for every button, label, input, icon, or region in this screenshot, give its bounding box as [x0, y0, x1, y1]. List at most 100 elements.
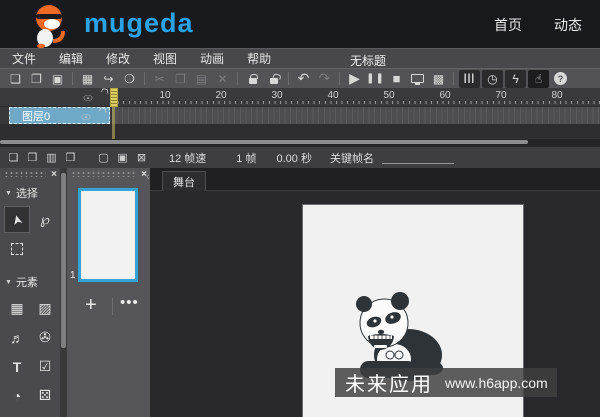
- timeline-ruler[interactable]: ☉ 10 20 30 40 50 60 70 80: [0, 88, 600, 107]
- logo-text[interactable]: mugeda: [84, 8, 194, 39]
- new-page-icon[interactable]: ❏: [4, 151, 23, 164]
- cut-icon[interactable]: ✂: [149, 70, 170, 88]
- stop-icon[interactable]: ■: [386, 70, 407, 88]
- menu-view[interactable]: 视图: [153, 50, 177, 67]
- section-elements-label: 元素: [15, 277, 38, 289]
- redo-icon[interactable]: ↷: [314, 70, 335, 88]
- components-grid-icon[interactable]: ▦: [77, 70, 98, 88]
- current-frame-value: 1 帧: [236, 152, 257, 165]
- components-element-icon[interactable]: ▦: [4, 295, 30, 322]
- duplicate-page-icon[interactable]: ❒: [61, 151, 80, 164]
- remove-keyframe-icon[interactable]: ⊠: [132, 151, 151, 164]
- save-icon[interactable]: ▣: [47, 70, 68, 88]
- playhead[interactable]: [110, 88, 118, 139]
- preview-monitor-icon[interactable]: [407, 70, 428, 88]
- presentation-element-icon[interactable]: ⊟: [32, 411, 58, 417]
- layer-frames-strip[interactable]: [112, 107, 600, 124]
- page-number: 1: [70, 270, 76, 281]
- nav-link-home[interactable]: 首页: [494, 15, 522, 35]
- layer-item[interactable]: 图层0 ☉: [9, 107, 110, 124]
- ruler-number: 40: [327, 90, 339, 101]
- layer-name: 图层0: [22, 110, 51, 123]
- current-time-value: 0.00 秒: [276, 152, 312, 165]
- open-page-icon[interactable]: ❐: [23, 151, 42, 164]
- touch-gesture-icon[interactable]: ☝: [528, 69, 549, 88]
- layer-row: 图层0 ☉: [0, 107, 600, 124]
- add-page-button[interactable]: +: [85, 294, 97, 317]
- lasso-tool[interactable]: ℘: [32, 206, 58, 233]
- help-icon[interactable]: ?: [550, 70, 571, 88]
- charge-battery-icon[interactable]: ϟ: [505, 69, 526, 88]
- timing-clock-icon[interactable]: ◷: [482, 69, 503, 88]
- menu-animation[interactable]: 动画: [200, 50, 224, 67]
- ruler-number: 80: [551, 90, 563, 101]
- unlock-icon[interactable]: [263, 70, 284, 88]
- transform-tool[interactable]: [4, 235, 30, 262]
- chevron-down-icon: ▼: [5, 278, 12, 286]
- insert-keyframe-icon[interactable]: ▣: [113, 151, 132, 164]
- mugeda-editor-window: mugeda 首页 动态 文件 编辑 修改 视图 动画 帮助 无标题 ❏ ❐ ▣…: [0, 0, 600, 417]
- page-thumbnail[interactable]: [78, 188, 138, 282]
- lock-icon[interactable]: [242, 70, 263, 88]
- text-element-icon[interactable]: T: [4, 353, 30, 380]
- top-bar: mugeda 首页 动态: [0, 0, 600, 49]
- ruler-ticks: [112, 101, 600, 104]
- tools-panel-scrollbar: [60, 168, 67, 417]
- ruler-number: 50: [383, 90, 395, 101]
- pause-icon[interactable]: ❚❚: [365, 70, 386, 88]
- button-divider: [112, 298, 113, 315]
- image-element-icon[interactable]: ▨: [32, 295, 58, 322]
- new-file-icon[interactable]: ❏: [5, 70, 26, 88]
- tools-panel-scrollbar-thumb[interactable]: [61, 173, 66, 348]
- form-element-icon[interactable]: ☑: [32, 353, 58, 380]
- toolbar-separator: [144, 72, 145, 85]
- watermark-title: 未来应用: [345, 374, 433, 396]
- properties-sliders-icon[interactable]: |||: [459, 69, 480, 88]
- panel-drag-handle[interactable]: [71, 171, 136, 177]
- menu-modify[interactable]: 修改: [106, 50, 130, 67]
- timeline-panel: ☉ 10 20 30 40 50 60 70 80 图层0 ☉: [0, 88, 600, 146]
- eye-icon[interactable]: ☉: [81, 113, 92, 123]
- keyframe-name-label: 关键帧名: [329, 152, 374, 165]
- timeline-scrollbar-thumb[interactable]: [0, 140, 528, 144]
- section-selection[interactable]: ▼ 选择: [0, 177, 60, 206]
- menu-help[interactable]: 帮助: [247, 50, 271, 67]
- shapes-icon[interactable]: ❍: [119, 70, 140, 88]
- paste-icon[interactable]: ▤: [191, 70, 212, 88]
- ruler-number: 30: [271, 90, 283, 101]
- audio-element-icon[interactable]: ♬: [4, 324, 30, 351]
- tab-stage[interactable]: 舞台: [162, 171, 206, 191]
- menu-file[interactable]: 文件: [12, 50, 36, 67]
- qr-code-icon[interactable]: ▩: [428, 70, 449, 88]
- delete-icon[interactable]: ✕: [212, 70, 233, 88]
- top-nav: 首页 动态: [494, 15, 582, 35]
- delete-page-icon[interactable]: ▥: [42, 151, 61, 164]
- web-element-icon[interactable]: ⊕: [4, 411, 30, 417]
- toolbar-separator: [453, 72, 454, 85]
- ruler-number: 70: [495, 90, 507, 101]
- eye-icon[interactable]: ☉: [83, 94, 94, 104]
- dice-3d-element-icon[interactable]: ⚄: [32, 382, 58, 409]
- undo-icon[interactable]: ↶: [293, 70, 314, 88]
- copy-icon[interactable]: ❒: [170, 70, 191, 88]
- section-selection-label: 选择: [15, 188, 38, 200]
- section-elements[interactable]: ▼ 元素: [0, 262, 60, 295]
- more-options-button[interactable]: •••: [120, 294, 139, 311]
- playhead-marker[interactable]: [110, 88, 118, 107]
- video-element-icon[interactable]: ✇: [32, 324, 58, 351]
- close-icon[interactable]: ×: [51, 169, 57, 180]
- open-file-icon[interactable]: ❐: [26, 70, 47, 88]
- play-icon[interactable]: ▶: [344, 70, 365, 88]
- nav-link-activity[interactable]: 动态: [554, 15, 582, 35]
- insert-frame-icon[interactable]: ▢: [94, 151, 113, 164]
- timeline-scrollbar: [0, 139, 600, 146]
- select-arrow-tool[interactable]: ➤: [4, 206, 30, 233]
- export-icon[interactable]: ↪: [98, 70, 119, 88]
- toolbar-separator: [288, 72, 289, 85]
- timer-element-icon[interactable]: ◔: [4, 382, 30, 409]
- menu-edit[interactable]: 编辑: [59, 50, 83, 67]
- tool-grid-spacer: [32, 235, 58, 262]
- keyframe-name-input[interactable]: [381, 151, 454, 164]
- toolbar-separator: [72, 72, 73, 85]
- collapse-panel-icon[interactable]: ‹: [146, 171, 150, 183]
